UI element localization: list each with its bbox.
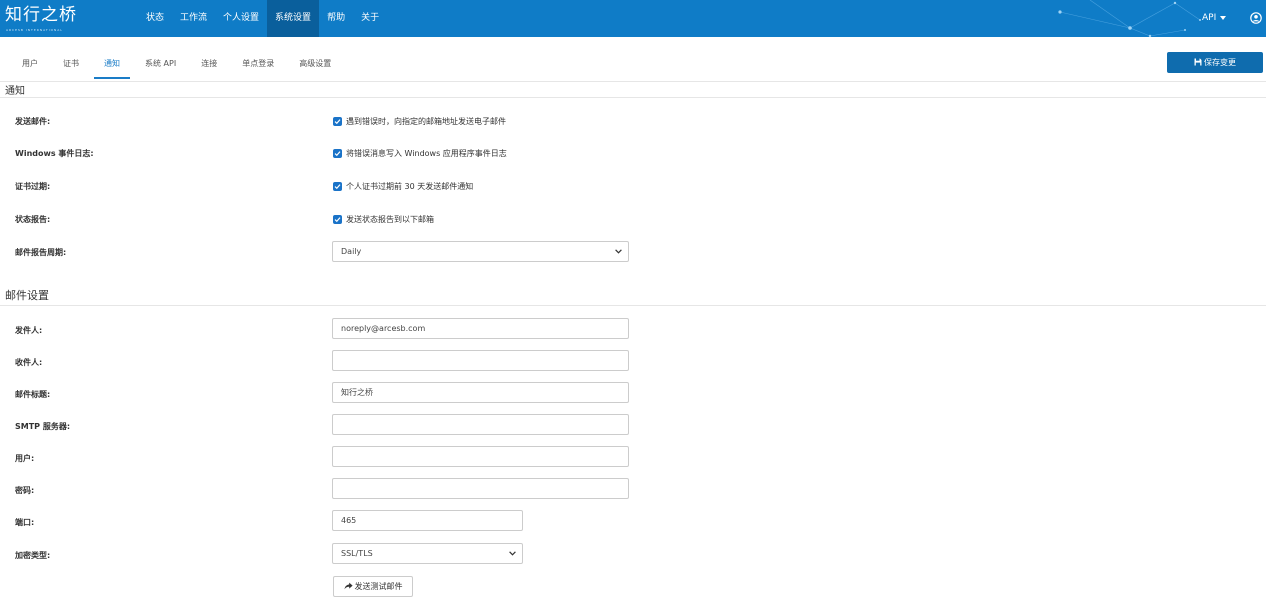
status-report-checkbox-row[interactable]: 发送状态报告到以下邮箱 — [333, 214, 434, 224]
checkmark-icon — [334, 118, 341, 124]
tab-users[interactable]: 用户 — [12, 52, 48, 79]
windows-log-checkbox-row[interactable]: 将错误消息写入 Windows 应用程序事件日志 — [333, 148, 507, 158]
notifications-divider — [0, 97, 1266, 98]
nav-item-about[interactable]: 关于 — [353, 0, 387, 37]
nav-item-workflow[interactable]: 工作流 — [172, 0, 215, 37]
recipient-input[interactable] — [332, 350, 629, 371]
cert-expiry-label: 证书过期: — [15, 182, 51, 191]
api-menu[interactable]: API — [1202, 0, 1227, 37]
send-email-checkbox-row[interactable]: 遇到错误时，向指定的邮箱地址发送电子邮件 — [333, 116, 506, 126]
windows-log-checkbox[interactable] — [333, 148, 342, 158]
tab-connections[interactable]: 连接 — [191, 52, 227, 79]
notifications-section-title: 通知 — [5, 86, 25, 97]
checkmark-icon — [334, 150, 341, 156]
tab-certificates[interactable]: 证书 — [53, 52, 89, 79]
caret-down-icon — [1220, 15, 1227, 20]
report-period-value: Daily — [341, 247, 362, 256]
tab-sso[interactable]: 单点登录 — [232, 52, 284, 79]
sender-label: 发件人: — [15, 326, 43, 335]
floppy-disk-icon — [1194, 58, 1202, 66]
tab-notifications[interactable]: 通知 — [94, 52, 130, 79]
user-input[interactable] — [332, 446, 629, 467]
save-changes-button[interactable]: 保存变更 — [1167, 52, 1263, 73]
nav-item-settings[interactable]: 系统设置 — [267, 0, 320, 37]
encryption-value: SSL/TLS — [341, 549, 373, 558]
share-arrow-icon — [344, 582, 353, 590]
send-test-email-button[interactable]: 发送测试邮件 — [333, 576, 413, 597]
nav-item-status[interactable]: 状态 — [138, 0, 172, 37]
user-label: 用户: — [15, 454, 35, 463]
user-circle-icon[interactable] — [1250, 12, 1262, 24]
tabs-divider — [0, 81, 1266, 82]
nav-item-profile[interactable]: 个人设置 — [215, 0, 267, 37]
mail-divider — [0, 305, 1266, 306]
save-changes-label: 保存变更 — [1204, 58, 1236, 67]
checkmark-icon — [334, 216, 341, 222]
tab-system-api[interactable]: 系统 API — [135, 52, 186, 79]
top-navbar: 知行之桥 ARCESB INTERNATIONAL 状态 工作流 个人设置 系统… — [0, 0, 1266, 37]
status-report-label: 状态报告: — [15, 215, 51, 224]
subject-input[interactable]: 知行之桥 — [332, 382, 629, 403]
send-email-text: 遇到错误时，向指定的邮箱地址发送电子邮件 — [346, 116, 506, 126]
send-email-checkbox[interactable] — [333, 116, 342, 126]
subject-label: 邮件标题: — [15, 390, 51, 399]
report-period-select[interactable]: Daily — [332, 241, 629, 262]
logo-subtext: ARCESB INTERNATIONAL — [6, 28, 63, 32]
smtp-server-label: SMTP 服务器: — [15, 422, 71, 431]
status-report-checkbox[interactable] — [333, 214, 342, 224]
password-label: 密码: — [15, 486, 35, 495]
nav-item-help[interactable]: 帮助 — [319, 0, 353, 37]
mail-section-title: 邮件设置 — [5, 289, 49, 302]
send-test-email-label: 发送测试邮件 — [354, 582, 403, 591]
password-input[interactable] — [332, 478, 629, 499]
cert-expiry-checkbox-row[interactable]: 个人证书过期前 30 天发送邮件通知 — [333, 181, 473, 191]
api-menu-label: API — [1202, 13, 1217, 23]
encryption-label: 加密类型: — [15, 551, 51, 560]
tab-advanced[interactable]: 高级设置 — [289, 52, 341, 79]
chevron-down-icon — [615, 249, 622, 254]
port-input[interactable]: 465 — [332, 510, 523, 531]
logo-text: 知行之桥 — [5, 5, 77, 25]
status-report-text: 发送状态报告到以下邮箱 — [346, 214, 434, 224]
report-period-label: 邮件报告周期: — [15, 248, 67, 257]
main-nav: 状态 工作流 个人设置 系统设置 帮助 关于 — [138, 0, 387, 37]
recipient-label: 收件人: — [15, 358, 43, 367]
checkmark-icon — [334, 183, 341, 189]
settings-tabs: 用户 证书 通知 系统 API 连接 单点登录 高级设置 — [12, 52, 346, 81]
send-email-label: 发送邮件: — [15, 117, 51, 126]
encryption-select[interactable]: SSL/TLS — [332, 543, 523, 564]
cert-expiry-checkbox[interactable] — [333, 181, 342, 191]
sender-input[interactable]: noreply@arcesb.com — [332, 318, 629, 339]
chevron-down-icon — [509, 551, 516, 556]
windows-log-label: Windows 事件日志: — [15, 149, 94, 158]
windows-log-text: 将错误消息写入 Windows 应用程序事件日志 — [346, 148, 507, 158]
logo[interactable]: 知行之桥 ARCESB INTERNATIONAL — [5, 4, 85, 34]
cert-expiry-text: 个人证书过期前 30 天发送邮件通知 — [346, 181, 474, 191]
port-label: 端口: — [15, 518, 35, 527]
smtp-server-input[interactable] — [332, 414, 629, 435]
